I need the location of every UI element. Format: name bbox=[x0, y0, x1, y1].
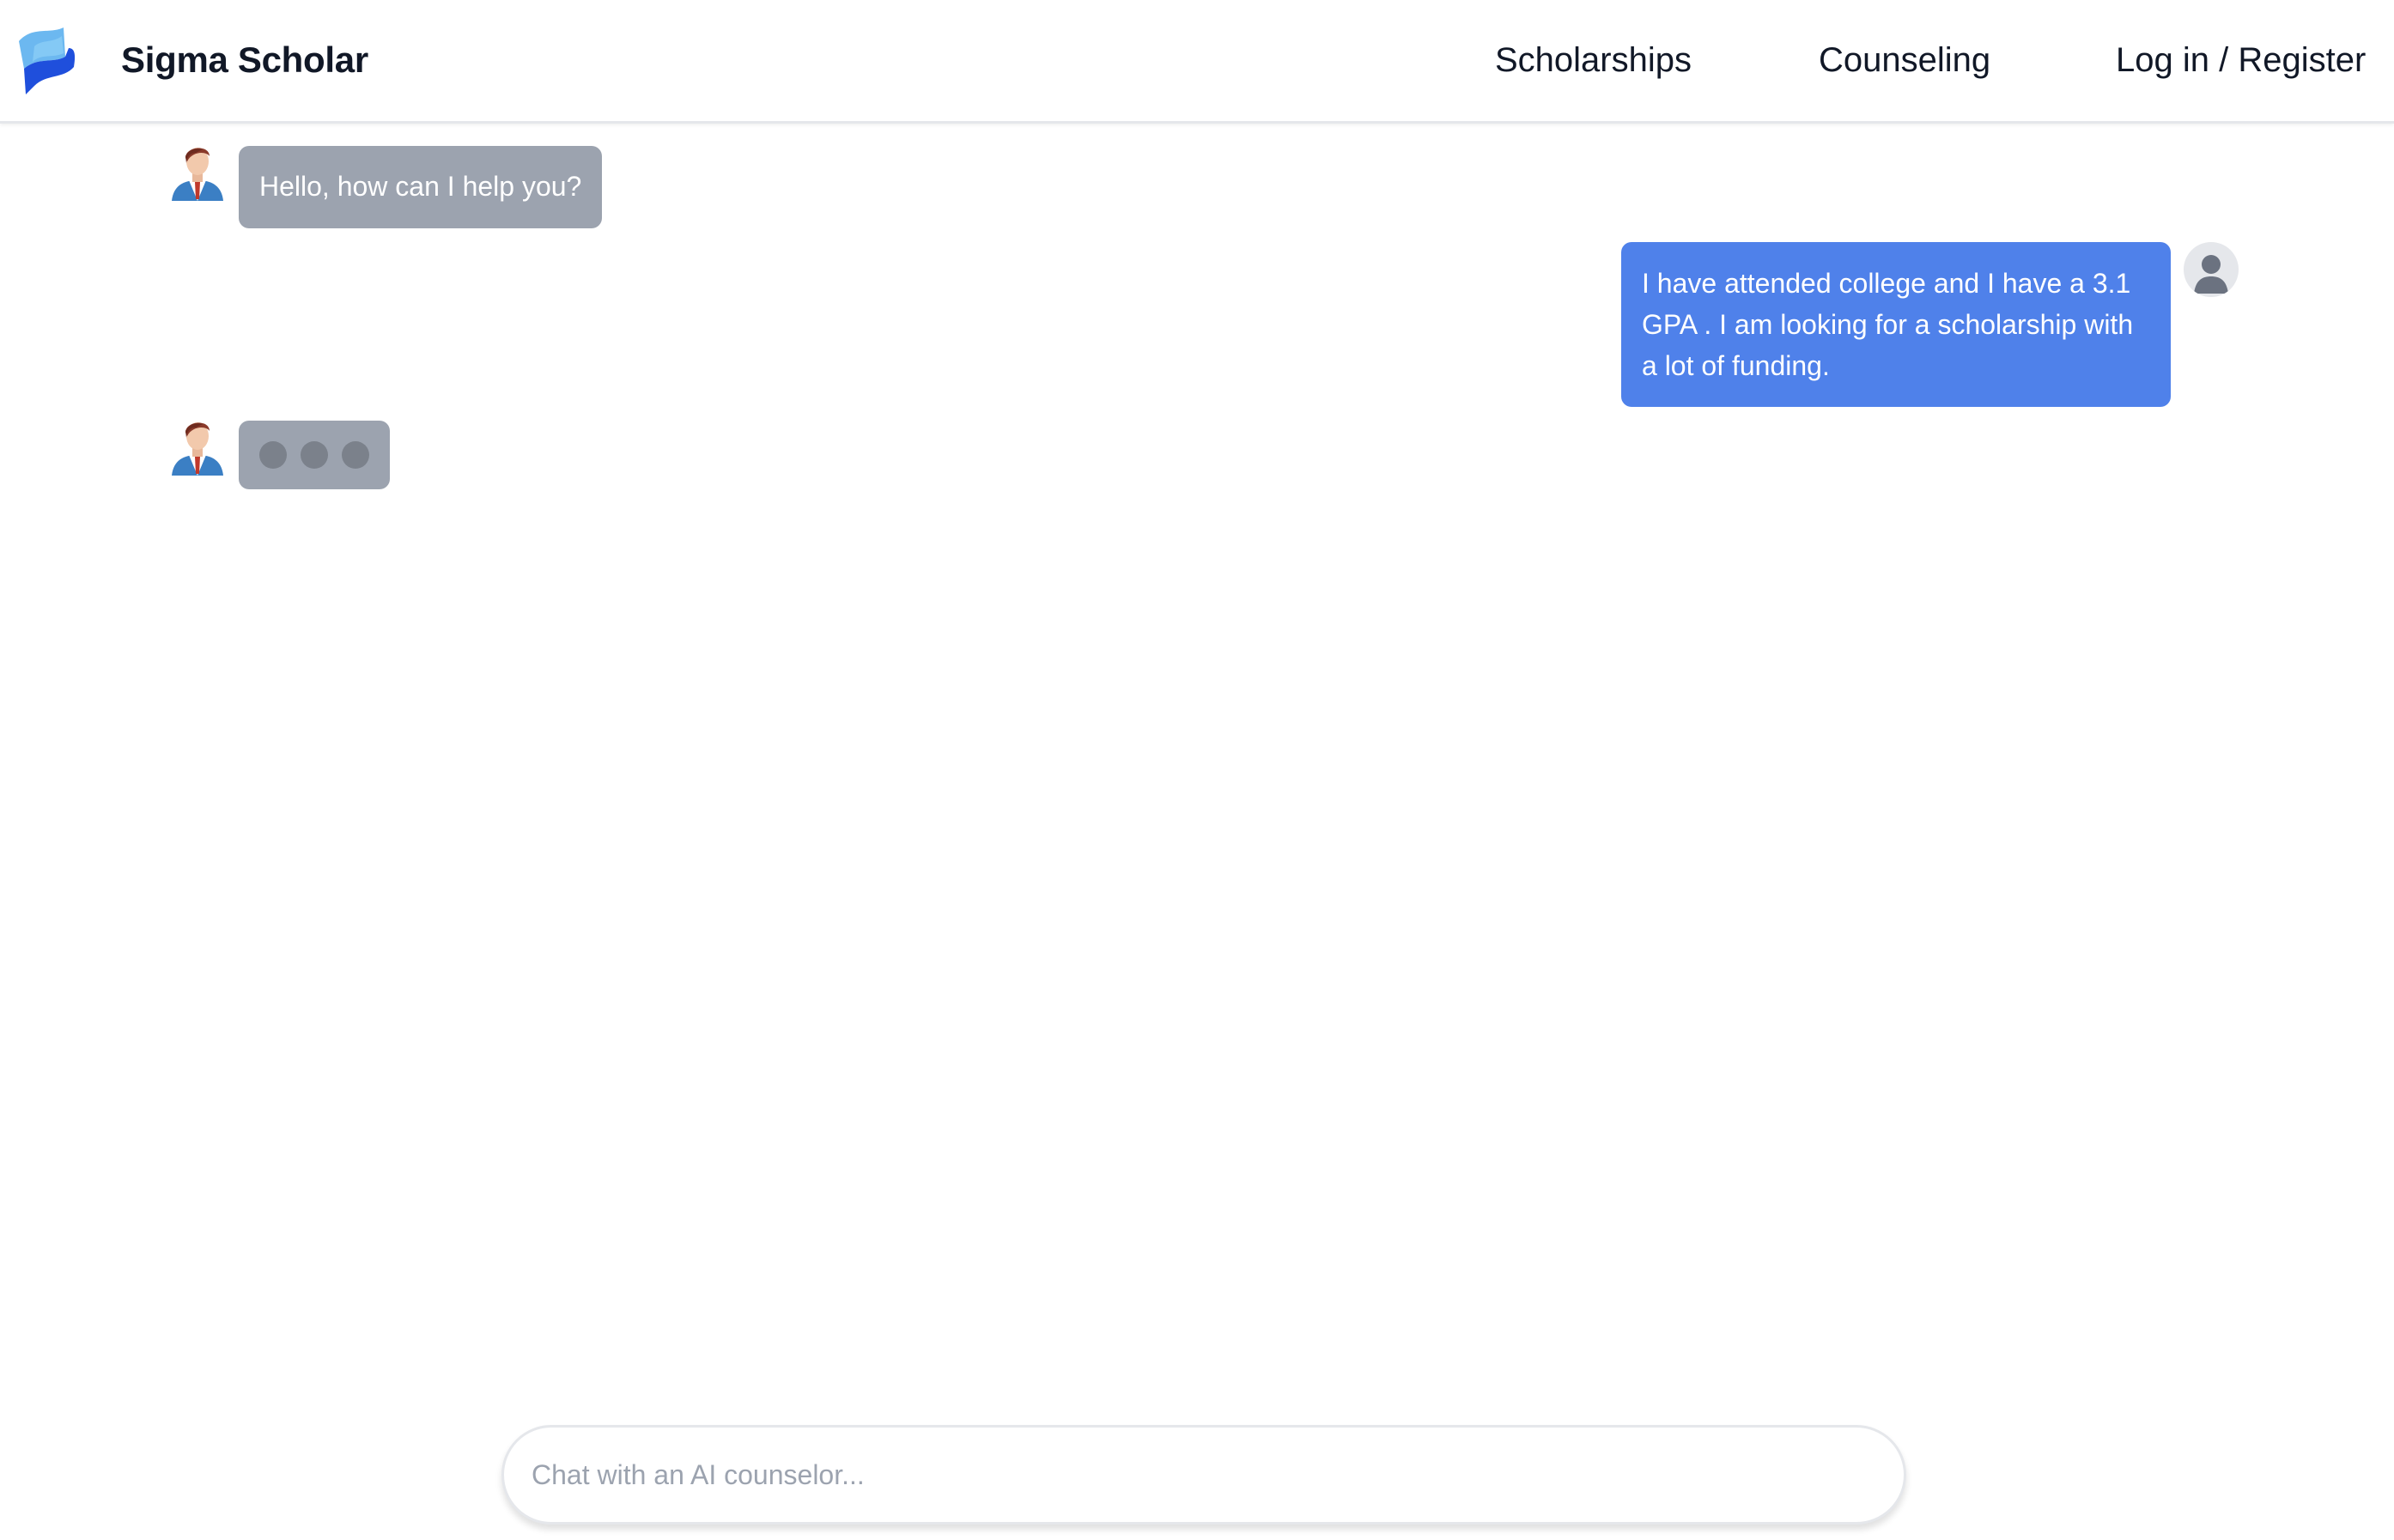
nav-scholarships-link[interactable]: Scholarships bbox=[1495, 38, 1692, 82]
user-silhouette-icon bbox=[2194, 255, 2228, 294]
bot-message-bubble: Hello, how can I help you? bbox=[239, 146, 603, 228]
top-navbar: Sigma Scholar Scholarships Counseling Lo… bbox=[0, 0, 2394, 124]
brand-home-link[interactable]: Sigma Scholar bbox=[15, 22, 368, 98]
user-message-text: I have attended college and I have a 3.1… bbox=[1642, 268, 2134, 381]
chat-page: Sigma Scholar Scholarships Counseling Lo… bbox=[0, 0, 2394, 1540]
bot-message-text: Hello, how can I help you? bbox=[259, 171, 582, 202]
chat-input-container bbox=[501, 1425, 1906, 1525]
counselor-avatar-icon bbox=[172, 148, 223, 201]
counselor-avatar-icon bbox=[172, 422, 223, 476]
typing-dot bbox=[301, 441, 328, 469]
user-avatar-icon bbox=[2184, 242, 2239, 297]
chat-input[interactable] bbox=[532, 1428, 1871, 1522]
feather-flag-logo bbox=[19, 27, 76, 94]
typing-dot bbox=[259, 441, 287, 469]
nav-counseling-link[interactable]: Counseling bbox=[1819, 38, 1990, 82]
typing-indicator bbox=[239, 421, 390, 489]
typing-dot bbox=[342, 441, 369, 469]
nav-login-register-link[interactable]: Log in / Register bbox=[2116, 38, 2366, 82]
user-message-bubble: I have attended college and I have a 3.1… bbox=[1621, 242, 2171, 407]
brand-name: Sigma Scholar bbox=[121, 39, 368, 80]
